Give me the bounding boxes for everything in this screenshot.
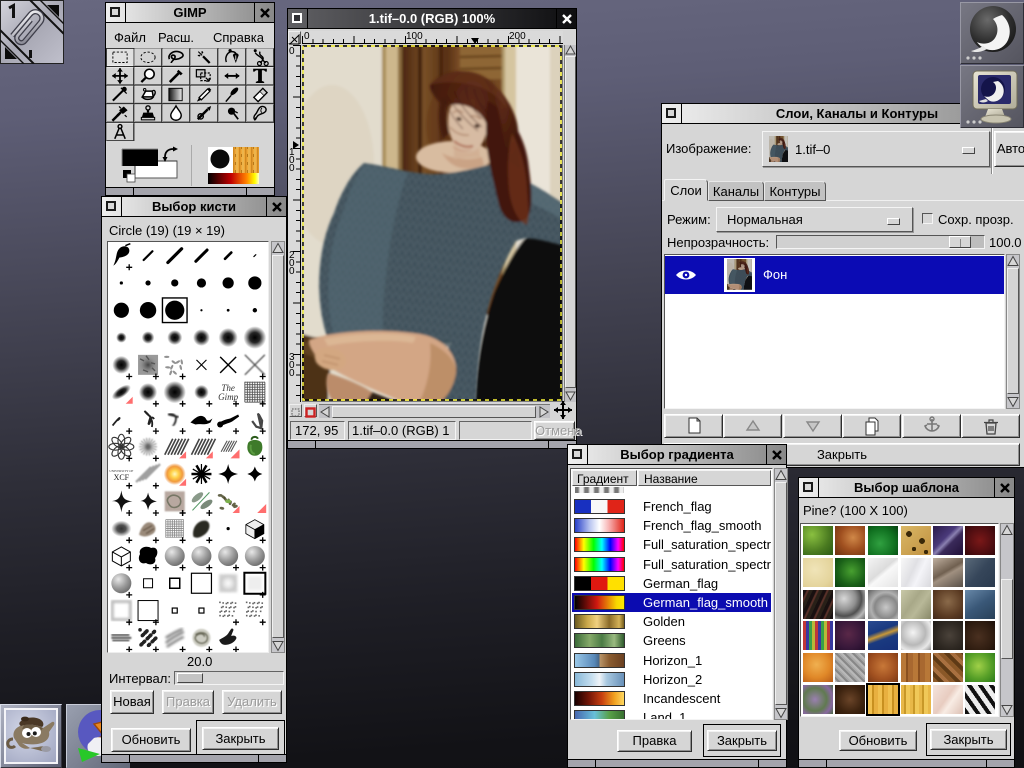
svg-text:Gimp: Gimp bbox=[218, 392, 238, 402]
svg-text:XCF: XCF bbox=[114, 473, 130, 482]
